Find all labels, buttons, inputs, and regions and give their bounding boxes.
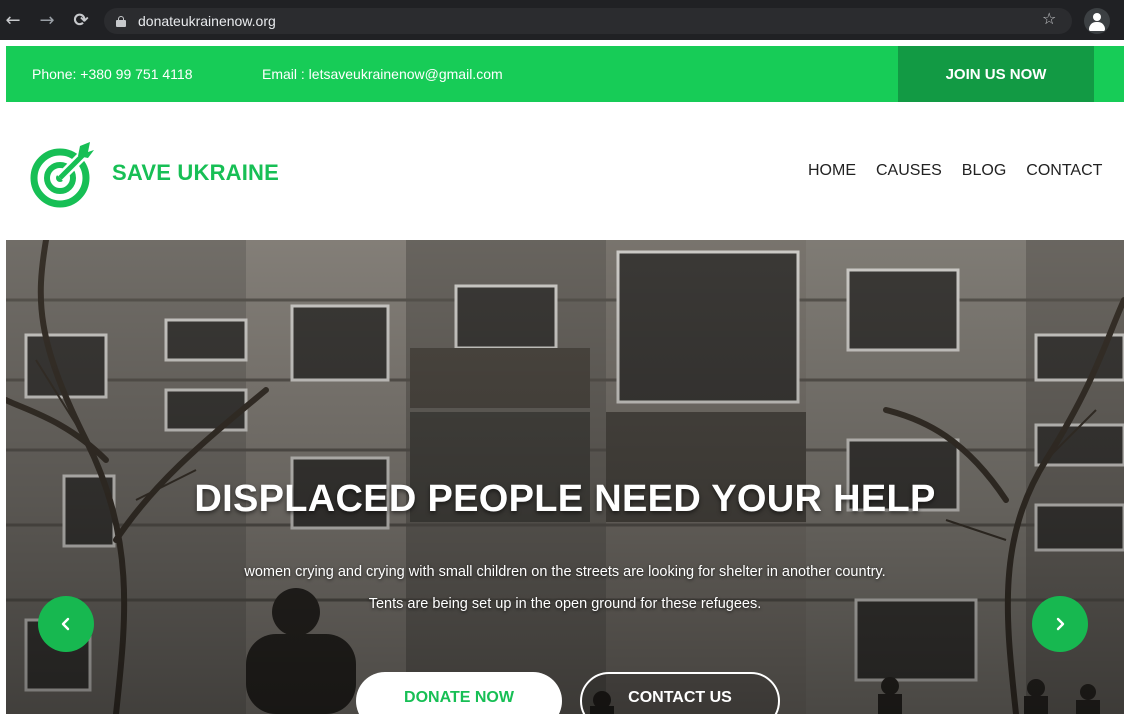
hero-description-line-1: women crying and crying with small child… [244,564,886,580]
chevron-left-icon [61,617,70,631]
hero-title: DISPLACED PEOPLE NEED YOUR HELP [194,478,936,520]
contact-us-button[interactable]: CONTACT US [580,672,780,714]
join-us-button[interactable]: JOIN US NOW [898,46,1094,102]
nav-item-contact[interactable]: CONTACT [1026,162,1102,180]
reload-icon[interactable]: ⟳ [68,7,94,33]
phone-text: Phone: +380 99 751 4118 [32,66,193,82]
profile-icon[interactable] [1084,8,1110,34]
nav-item-causes[interactable]: CAUSES [876,162,942,180]
top-info-bar: Phone: +380 99 751 4118 Email : letsaveu… [6,46,1124,102]
hero-description-line-2: Tents are being set up in the open groun… [368,596,762,612]
donate-now-button[interactable]: DONATE NOW [356,672,562,714]
nav-item-home[interactable]: HOME [808,162,856,180]
lock-icon [116,15,126,27]
forward-arrow-icon[interactable]: → [34,7,60,33]
hero-slider: DISPLACED PEOPLE NEED YOUR HELP women cr… [6,240,1124,714]
chevron-right-icon [1056,617,1065,631]
main-nav: HOME CAUSES BLOG CONTACT [808,162,1102,180]
hero-background-image [6,240,1124,714]
target-arrow-logo-icon[interactable] [30,142,98,208]
slider-next-button[interactable] [1032,596,1088,652]
slider-prev-button[interactable] [38,596,94,652]
browser-toolbar: ← → ⟳ donateukrainenow.org ☆ [0,0,1124,40]
address-bar[interactable]: donateukrainenow.org [104,8,1072,34]
site-header: SAVE UKRAINE HOME CAUSES BLOG CONTACT [0,102,1124,240]
url-text: donateukrainenow.org [138,13,276,29]
nav-item-blog[interactable]: BLOG [962,162,1006,180]
back-arrow-icon[interactable]: ← [0,7,26,33]
email-text[interactable]: Email : letsaveukrainenow@gmail.com [262,66,503,82]
brand-name[interactable]: SAVE UKRAINE [112,160,279,186]
star-icon[interactable]: ☆ [1042,9,1056,28]
